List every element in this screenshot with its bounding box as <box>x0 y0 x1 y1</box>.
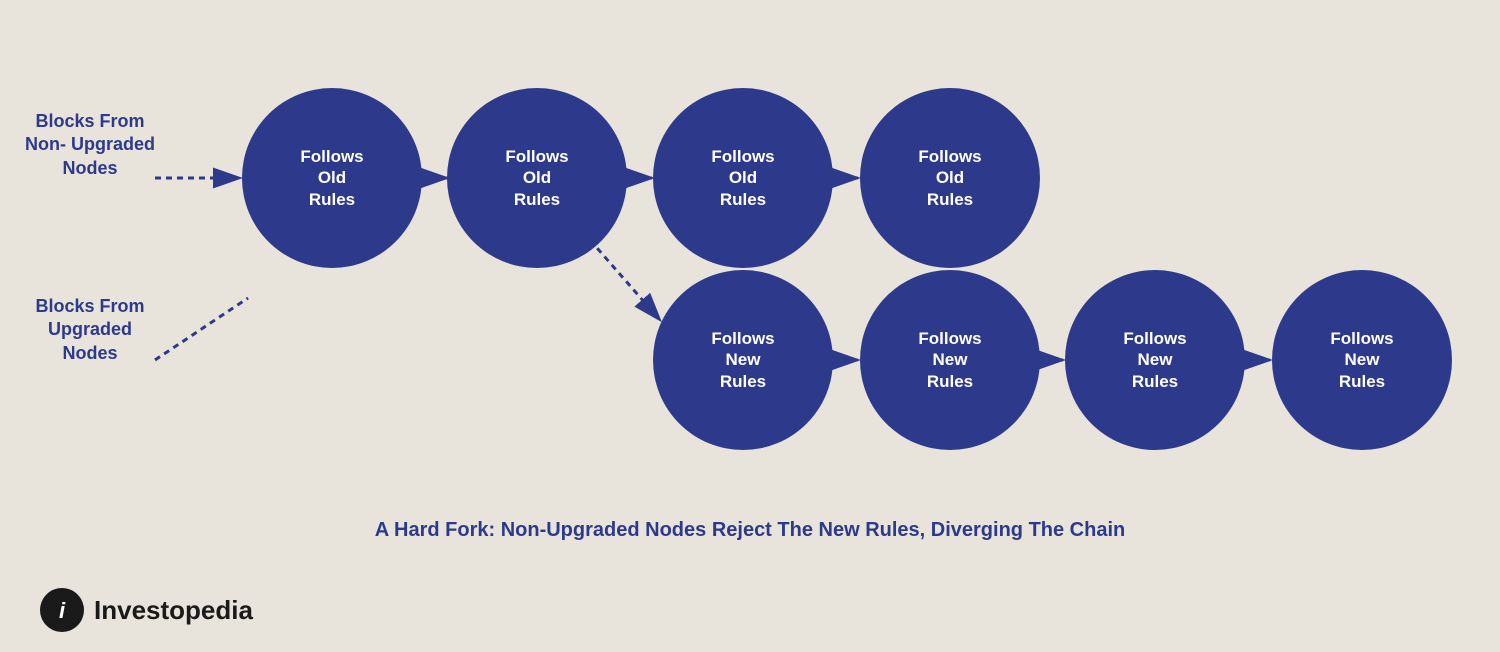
diagram-container: Blocks From Non- Upgraded Nodes Blocks F… <box>0 0 1500 652</box>
node-top-3: FollowsOldRules <box>653 88 833 268</box>
node-top-1: FollowsOldRules <box>242 88 422 268</box>
node-bottom-1: FollowsNewRules <box>653 270 833 450</box>
node-top-2: FollowsOldRules <box>447 88 627 268</box>
logo-name: Investopedia <box>94 595 253 626</box>
node-bottom-2: FollowsNewRules <box>860 270 1040 450</box>
investopedia-logo-icon: i <box>40 588 84 632</box>
label-top-left: Blocks From Non- Upgraded Nodes <box>20 110 160 180</box>
node-bottom-4: FollowsNewRules <box>1272 270 1452 450</box>
label-bottom-left: Blocks From Upgraded Nodes <box>20 295 160 365</box>
caption: A Hard Fork: Non-Upgraded Nodes Reject T… <box>375 519 1125 542</box>
svg-text:i: i <box>59 598 66 623</box>
node-top-4: FollowsOldRules <box>860 88 1040 268</box>
node-bottom-3: FollowsNewRules <box>1065 270 1245 450</box>
logo-area: i Investopedia <box>40 588 253 632</box>
